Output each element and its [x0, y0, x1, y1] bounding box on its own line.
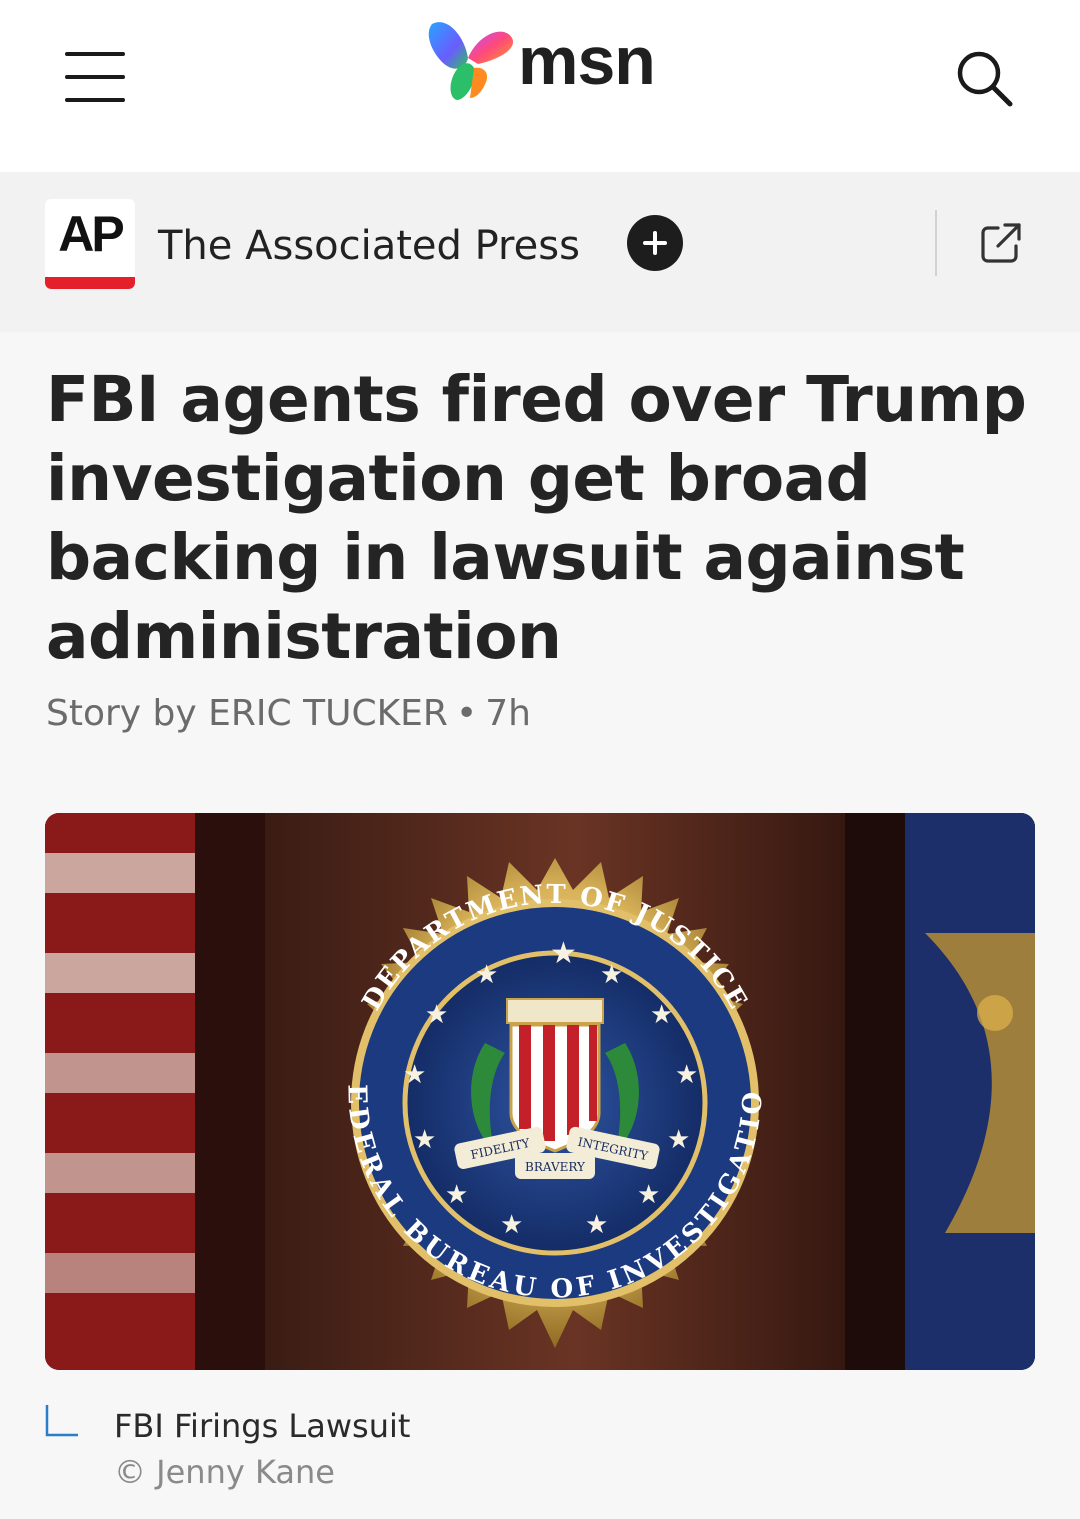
svg-text:★: ★ — [600, 960, 623, 990]
svg-text:★: ★ — [585, 1210, 608, 1240]
svg-text:★: ★ — [675, 1060, 698, 1090]
msn-butterfly-icon — [428, 22, 514, 100]
byline-author[interactable]: Story by ERIC TUCKER — [46, 693, 448, 734]
msn-logo-text: msn — [518, 23, 656, 99]
svg-text:★: ★ — [500, 1210, 523, 1240]
svg-text:★: ★ — [667, 1125, 690, 1155]
publisher-logo[interactable]: AP — [45, 199, 135, 289]
article-byline: Story by ERIC TUCKER • 7h — [46, 690, 531, 738]
publisher-logo-bar — [45, 277, 135, 289]
svg-text:★: ★ — [425, 1000, 448, 1030]
publisher-bar: AP The Associated Press — [0, 172, 1080, 332]
svg-text:★: ★ — [475, 960, 498, 990]
motto-bravery: BRAVERY — [525, 1160, 586, 1174]
caption-corner-icon — [45, 1405, 78, 1437]
follow-publisher-button[interactable] — [627, 215, 683, 271]
svg-text:★: ★ — [445, 1180, 468, 1210]
search-icon[interactable] — [952, 46, 1016, 110]
image-credit: © Jenny Kane — [114, 1453, 335, 1491]
external-link-icon[interactable] — [978, 220, 1024, 266]
article-hero-image[interactable]: DEPARTMENT OF JUSTICE FEDERAL BUREAU OF … — [45, 813, 1035, 1370]
image-caption: FBI Firings Lawsuit — [114, 1407, 411, 1445]
svg-text:★: ★ — [650, 1000, 673, 1030]
svg-text:★: ★ — [550, 936, 577, 971]
publisher-name[interactable]: The Associated Press — [158, 220, 580, 272]
article-headline: FBI agents fired over Trump investigatio… — [46, 363, 1027, 673]
svg-text:★: ★ — [413, 1125, 436, 1155]
publisher-logo-text: AP — [58, 206, 124, 262]
byline-age: 7h — [485, 693, 531, 734]
divider — [935, 210, 937, 276]
top-nav-bar: msn — [0, 0, 1080, 172]
byline-separator: • — [455, 693, 478, 734]
msn-logo[interactable]: msn — [424, 16, 664, 106]
svg-text:★: ★ — [403, 1060, 426, 1090]
hamburger-menu-icon[interactable] — [62, 52, 128, 102]
svg-text:★: ★ — [637, 1180, 660, 1210]
